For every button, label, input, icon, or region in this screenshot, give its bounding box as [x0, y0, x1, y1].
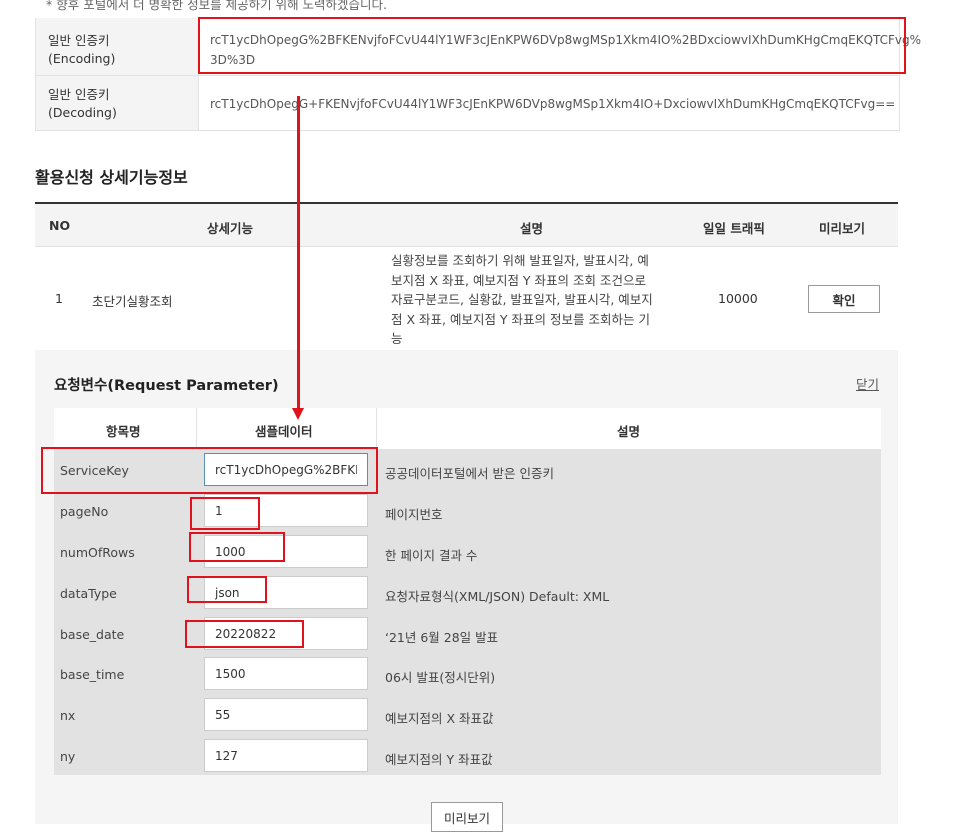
param-row-servicekey: ServiceKey 공공데이터포털에서 받은 인증키: [54, 449, 881, 490]
row-traffic: 10000: [718, 291, 758, 306]
pageno-input[interactable]: [204, 494, 368, 527]
section-title: 활용신청 상세기능정보: [35, 168, 188, 187]
col-param-name: 항목명: [106, 424, 141, 439]
decoding-key-value[interactable]: rcT1ycDhOpegG+FKENvjfoFCvU44lY1WF3cJEnKP…: [210, 94, 895, 114]
encoding-key-label: 일반 인증키: [48, 33, 110, 48]
close-link[interactable]: 닫기: [856, 374, 879, 393]
row-description: 실황정보를 조회하기 위해 발표일자, 발표시각, 예 보지점 X 좌표, 예보…: [391, 253, 653, 346]
param-row-base-time: base_time 06시 발표(정시단위): [54, 653, 881, 694]
nx-input[interactable]: [204, 698, 368, 731]
auth-key-table: 일반 인증키 (Encoding) rcT1ycDhOpegG%2BFKENvj…: [35, 18, 921, 131]
row-function: 초단기실황조회: [92, 294, 173, 309]
col-sample-data: 샘플데이터: [255, 424, 313, 439]
servicekey-input[interactable]: [204, 453, 368, 486]
numofrows-input[interactable]: [204, 535, 368, 568]
parameter-table-body: ServiceKey 공공데이터포털에서 받은 인증키 pageNo 페이지번호…: [54, 449, 881, 775]
row-no: 1: [55, 291, 63, 306]
encoding-key-sublabel: (Encoding): [48, 51, 116, 66]
param-row-nx: nx 예보지점의 X 좌표값: [54, 694, 881, 735]
col-traffic: 일일 트래픽: [703, 221, 765, 236]
col-preview: 미리보기: [819, 221, 866, 236]
col-function: 상세기능: [207, 221, 254, 236]
param-row-ny: ny 예보지점의 Y 좌표값: [54, 735, 881, 776]
decoding-key-row: 일반 인증키 (Decoding) rcT1ycDhOpegG+FKENvjfo…: [36, 76, 899, 130]
col-param-description: 설명: [617, 424, 641, 439]
param-row-pageno: pageNo 페이지번호: [54, 490, 881, 531]
parameter-table-header: 항목명 샘플데이터 설명: [54, 408, 881, 450]
base-time-input[interactable]: [204, 657, 368, 690]
detail-table-header: NO 상세기능 설명 일일 트래픽 미리보기: [35, 204, 898, 247]
param-row-datatype: dataType 요청자료형식(XML/JSON) Default: XML: [54, 572, 881, 613]
decoding-key-sublabel: (Decoding): [48, 105, 117, 120]
decoding-key-label: 일반 인증키: [48, 87, 110, 102]
detail-function-table: NO 상세기능 설명 일일 트래픽 미리보기 1 초단기실황조회 실황정보를 조…: [35, 202, 898, 352]
encoding-key-row: 일반 인증키 (Encoding) rcT1ycDhOpegG%2BFKENvj…: [36, 18, 921, 76]
confirm-button[interactable]: 확인: [808, 285, 880, 313]
base-date-input[interactable]: [204, 617, 368, 650]
annotation-arrow-head-icon: [292, 408, 304, 420]
encoding-key-value[interactable]: rcT1ycDhOpegG%2BFKENvjfoFCvU44lY1WF3cJEn…: [210, 30, 921, 70]
request-parameter-title: 요청변수(Request Parameter): [54, 378, 279, 394]
param-row-numofrows: numOfRows 한 페이지 결과 수: [54, 531, 881, 572]
annotation-arrow-line: [297, 96, 300, 410]
datatype-input[interactable]: [204, 576, 368, 609]
ny-input[interactable]: [204, 739, 368, 772]
table-row: 1 초단기실황조회 실황정보를 조회하기 위해 발표일자, 발표시각, 예 보지…: [35, 247, 898, 352]
col-description: 설명: [520, 221, 544, 236]
col-no: NO: [49, 218, 71, 233]
param-row-base-date: base_date ‘21년 6월 28일 발표: [54, 613, 881, 654]
notice-text: * 향후 포털에서 더 명확한 정보를 제공하기 위해 노력하겠습니다.: [46, 0, 388, 12]
preview-button[interactable]: 미리보기: [431, 802, 503, 832]
